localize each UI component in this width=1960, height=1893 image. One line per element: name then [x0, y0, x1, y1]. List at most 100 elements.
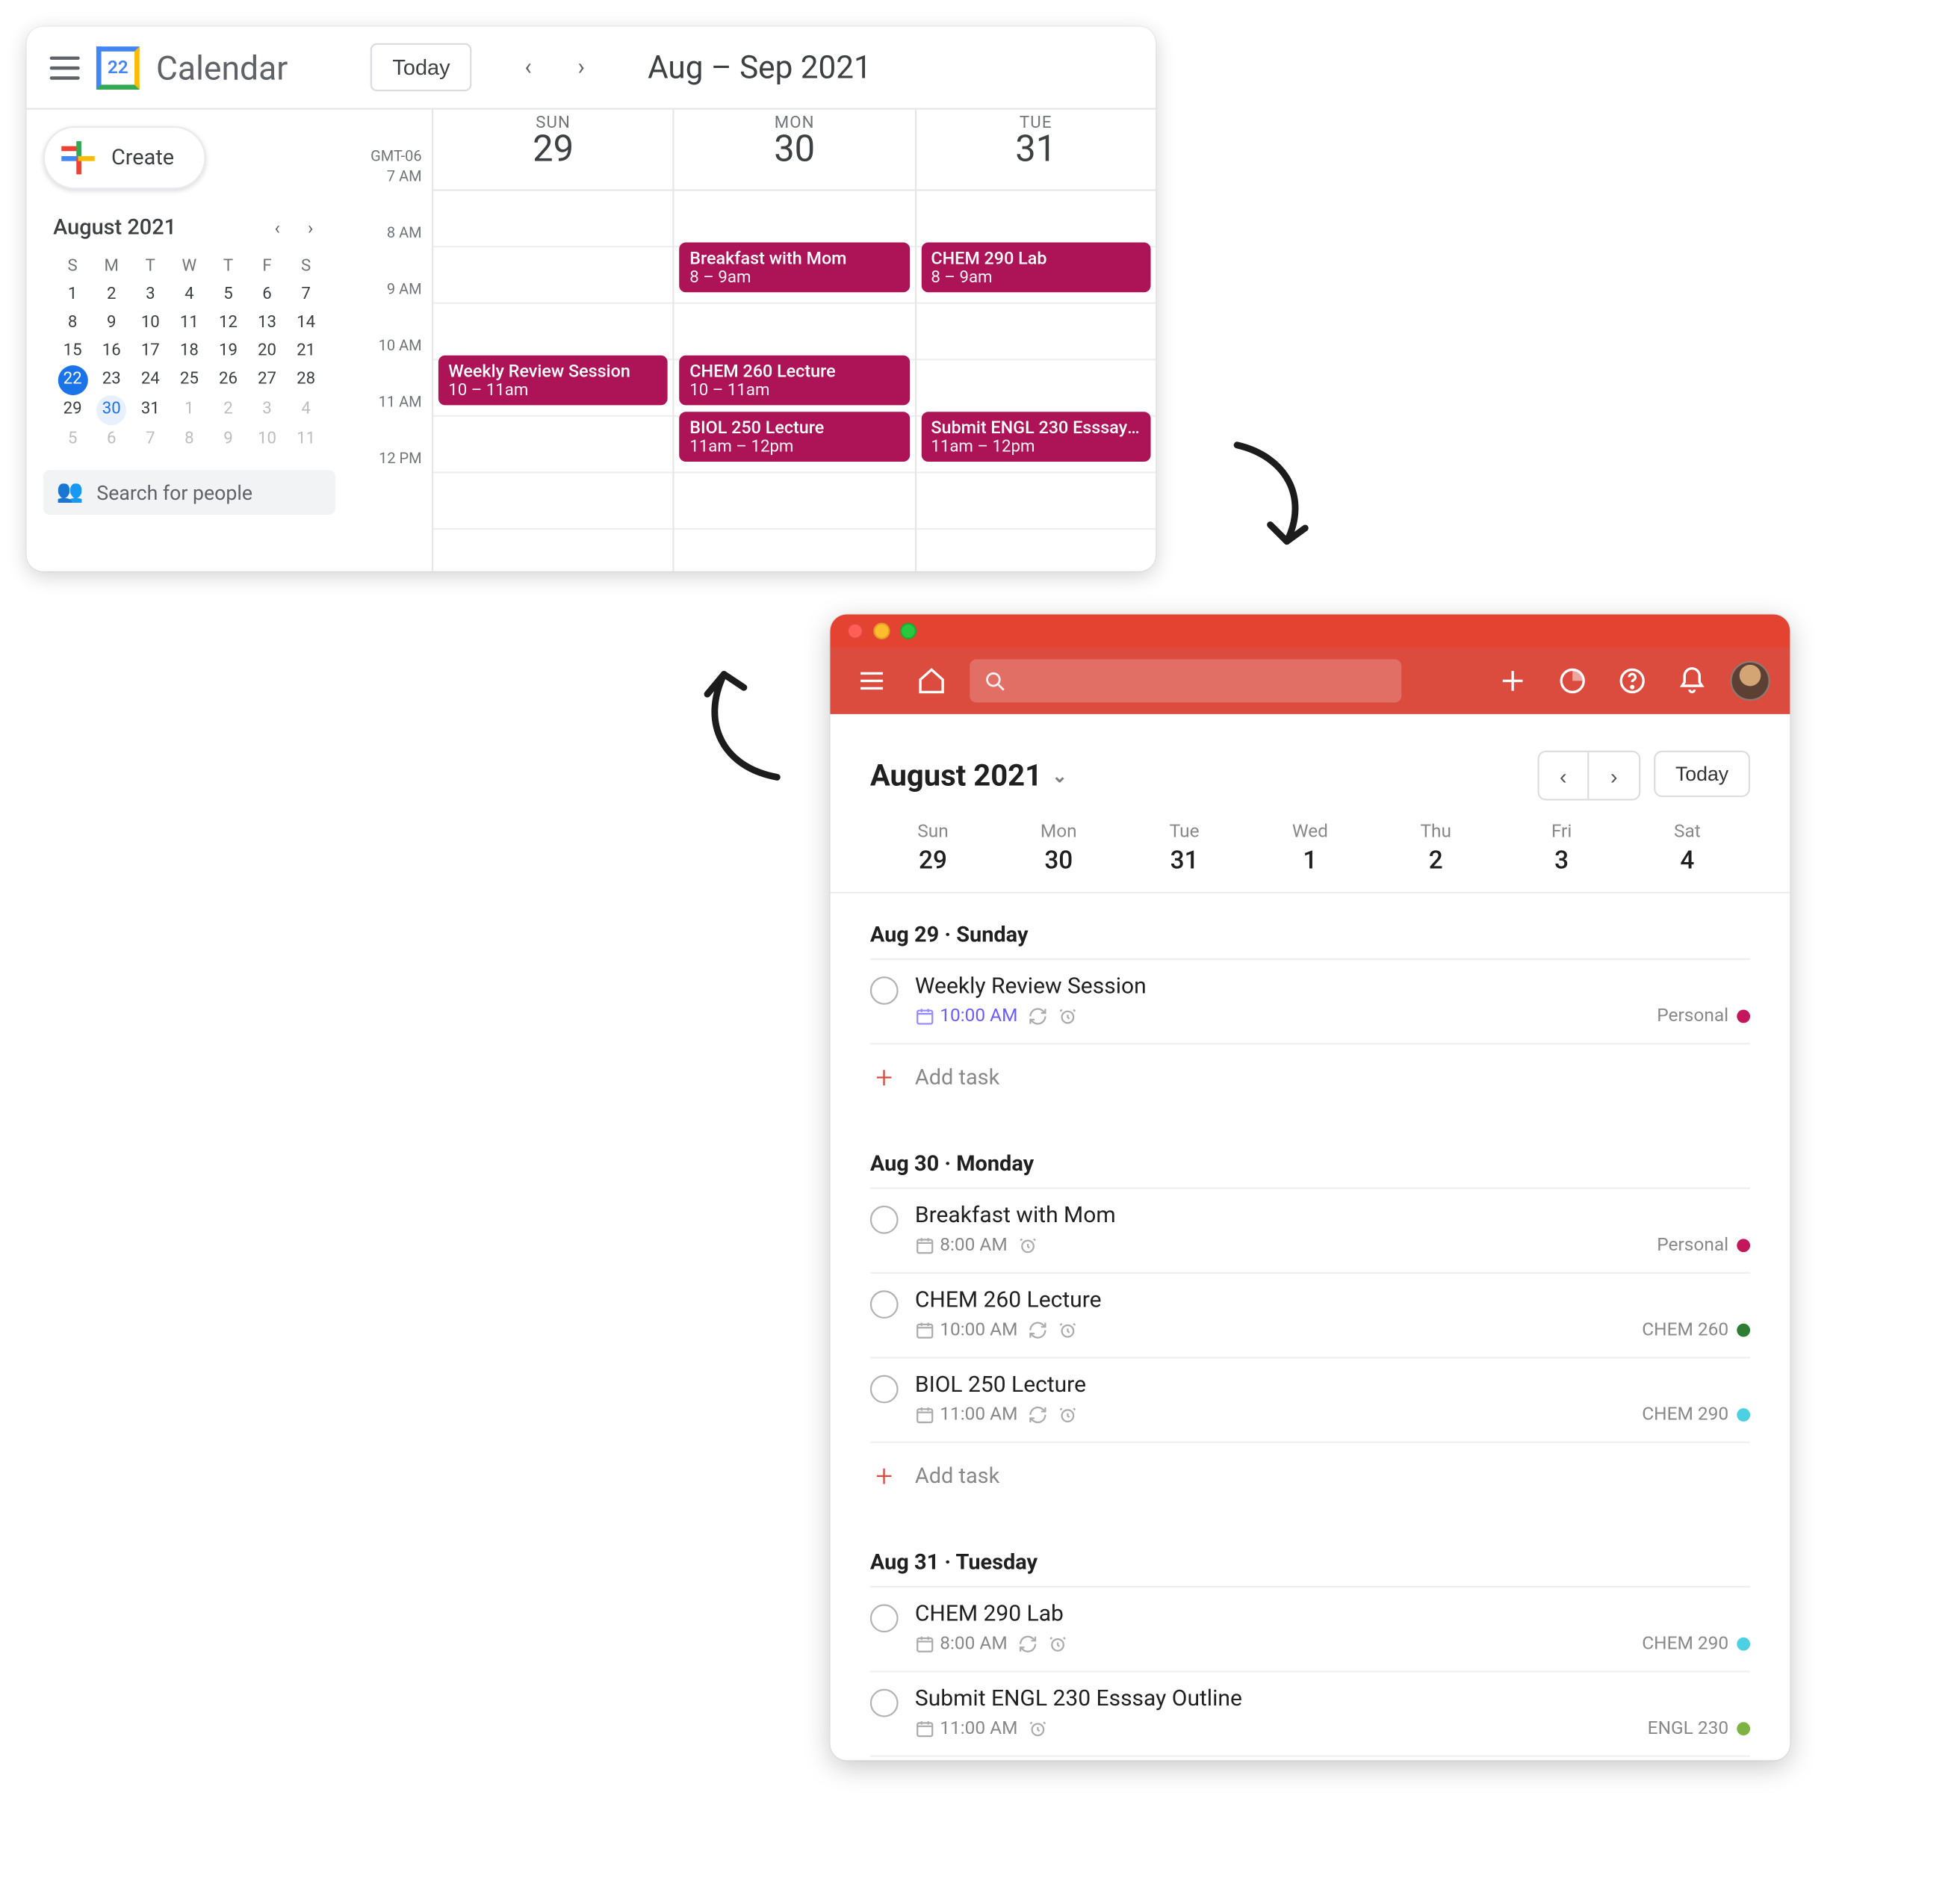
mini-day[interactable]: 2 — [208, 395, 247, 425]
mini-day[interactable]: 20 — [248, 337, 287, 365]
avatar[interactable] — [1730, 661, 1770, 701]
task-row[interactable]: BIOL 250 Lecture 11:00 AM CHEM 290 — [870, 1358, 1750, 1443]
mini-day[interactable]: 16 — [92, 337, 131, 365]
mini-day[interactable]: 9 — [92, 309, 131, 337]
mini-day[interactable]: 14 — [287, 309, 326, 337]
week-day[interactable]: Tue31 — [1121, 820, 1247, 875]
search-input[interactable] — [970, 660, 1401, 703]
mini-next-button[interactable]: › — [296, 213, 326, 243]
mini-day[interactable]: 31 — [131, 395, 170, 425]
calendar-event[interactable]: Weekly Review Session10 – 11am — [438, 356, 669, 406]
mini-day[interactable]: 28 — [287, 365, 326, 395]
month-selector[interactable]: August 2021 ⌄ — [870, 758, 1067, 793]
mini-day[interactable]: 15 — [53, 337, 92, 365]
task-checkbox[interactable] — [870, 1206, 899, 1234]
task-project-tag[interactable]: ENGL 230 — [1648, 1717, 1750, 1739]
mini-day[interactable]: 13 — [248, 309, 287, 337]
mini-day[interactable]: 29 — [53, 395, 92, 425]
mini-day[interactable]: 22 — [58, 365, 87, 395]
calendar-event[interactable]: CHEM 260 Lecture10 – 11am — [680, 356, 910, 406]
window-close-button[interactable] — [847, 623, 863, 639]
task-row[interactable]: Submit ENGL 230 Esssay Outline 11:00 AM … — [870, 1673, 1750, 1757]
mini-day[interactable]: 2 — [92, 281, 131, 309]
window-minimize-button[interactable] — [873, 623, 890, 639]
mini-day[interactable]: 25 — [170, 365, 208, 395]
prev-week-button[interactable]: ‹ — [1539, 752, 1590, 799]
week-day[interactable]: Fri3 — [1498, 820, 1624, 875]
week-day[interactable]: Thu2 — [1373, 820, 1498, 875]
mini-day[interactable]: 21 — [287, 337, 326, 365]
task-row[interactable]: Breakfast with Mom 8:00 AM Personal — [870, 1189, 1750, 1274]
add-task-button[interactable]: +Add task — [870, 1044, 1750, 1122]
help-icon[interactable] — [1610, 660, 1654, 703]
search-people-input[interactable]: 👥 Search for people — [43, 470, 335, 515]
mini-day[interactable]: 6 — [92, 425, 131, 453]
task-checkbox[interactable] — [870, 1604, 899, 1632]
mini-day[interactable]: 5 — [53, 425, 92, 453]
week-day[interactable]: Sun29 — [870, 820, 996, 875]
mini-day[interactable]: 8 — [53, 309, 92, 337]
mini-day[interactable]: 8 — [170, 425, 208, 453]
task-project-tag[interactable]: Personal — [1657, 1005, 1750, 1026]
calendar-event[interactable]: CHEM 290 Lab8 – 9am — [921, 243, 1151, 293]
task-row[interactable]: CHEM 290 Lab 8:00 AM CHEM 290 — [870, 1587, 1750, 1672]
task-project-tag[interactable]: CHEM 290 — [1642, 1632, 1750, 1654]
task-row[interactable]: CHEM 260 Lecture 10:00 AM CHEM 260 — [870, 1274, 1750, 1358]
task-row[interactable]: Weekly Review Session 10:00 AM Personal — [870, 960, 1750, 1044]
prev-period-button[interactable]: ‹ — [505, 44, 551, 90]
week-day[interactable]: Sat4 — [1625, 820, 1750, 875]
add-task-button[interactable]: +Add task — [870, 1443, 1750, 1521]
week-day[interactable]: Mon30 — [996, 820, 1121, 875]
mini-day[interactable]: 23 — [92, 365, 131, 395]
add-task-icon[interactable] — [1491, 660, 1534, 703]
mini-day[interactable]: 4 — [287, 395, 326, 425]
mini-day[interactable]: 9 — [208, 425, 247, 453]
mini-day[interactable]: 7 — [131, 425, 170, 453]
mini-day[interactable]: 11 — [170, 309, 208, 337]
mini-day[interactable]: 18 — [170, 337, 208, 365]
next-week-button[interactable]: › — [1589, 752, 1639, 799]
task-project-tag[interactable]: Personal — [1657, 1234, 1750, 1256]
calendar-icon — [915, 1718, 935, 1738]
mini-prev-button[interactable]: ‹ — [262, 213, 292, 243]
create-button[interactable]: Create — [43, 126, 206, 189]
home-icon[interactable] — [910, 660, 953, 703]
task-checkbox[interactable] — [870, 1290, 899, 1319]
mini-day[interactable]: 3 — [131, 281, 170, 309]
mini-day[interactable]: 3 — [248, 395, 287, 425]
mini-day[interactable]: 4 — [170, 281, 208, 309]
mini-day[interactable]: 5 — [208, 281, 247, 309]
mini-day[interactable]: 10 — [131, 309, 170, 337]
task-checkbox[interactable] — [870, 1689, 899, 1717]
mini-day[interactable]: 1 — [170, 395, 208, 425]
menu-icon[interactable] — [850, 660, 893, 703]
task-time: 11:00 AM — [915, 1403, 1018, 1425]
today-button[interactable]: Today — [1654, 751, 1750, 797]
mini-day[interactable]: 19 — [208, 337, 247, 365]
mini-day[interactable]: 30 — [96, 395, 126, 425]
mini-day[interactable]: 24 — [131, 365, 170, 395]
task-checkbox[interactable] — [870, 1375, 899, 1404]
task-project-tag[interactable]: CHEM 260 — [1642, 1319, 1750, 1340]
notifications-icon[interactable] — [1670, 660, 1714, 703]
task-checkbox[interactable] — [870, 976, 899, 1005]
mini-day[interactable]: 17 — [131, 337, 170, 365]
week-day[interactable]: Wed1 — [1247, 820, 1373, 875]
productivity-icon[interactable] — [1551, 660, 1594, 703]
mini-day[interactable]: 6 — [248, 281, 287, 309]
next-period-button[interactable]: › — [558, 44, 604, 90]
window-zoom-button[interactable] — [900, 623, 917, 639]
task-project-tag[interactable]: CHEM 290 — [1642, 1403, 1750, 1425]
mini-day[interactable]: 26 — [208, 365, 247, 395]
mini-day[interactable]: 27 — [248, 365, 287, 395]
calendar-event[interactable]: Breakfast with Mom8 – 9am — [680, 243, 910, 293]
mini-day[interactable]: 12 — [208, 309, 247, 337]
mini-day[interactable]: 7 — [287, 281, 326, 309]
calendar-event[interactable]: Submit ENGL 230 Esssay Outline11am – 12p… — [921, 412, 1151, 462]
calendar-event[interactable]: BIOL 250 Lecture11am – 12pm — [680, 412, 910, 462]
mini-day[interactable]: 1 — [53, 281, 92, 309]
menu-icon[interactable] — [50, 55, 80, 78]
mini-day[interactable]: 11 — [287, 425, 326, 453]
today-button[interactable]: Today — [371, 43, 472, 91]
mini-day[interactable]: 10 — [248, 425, 287, 453]
